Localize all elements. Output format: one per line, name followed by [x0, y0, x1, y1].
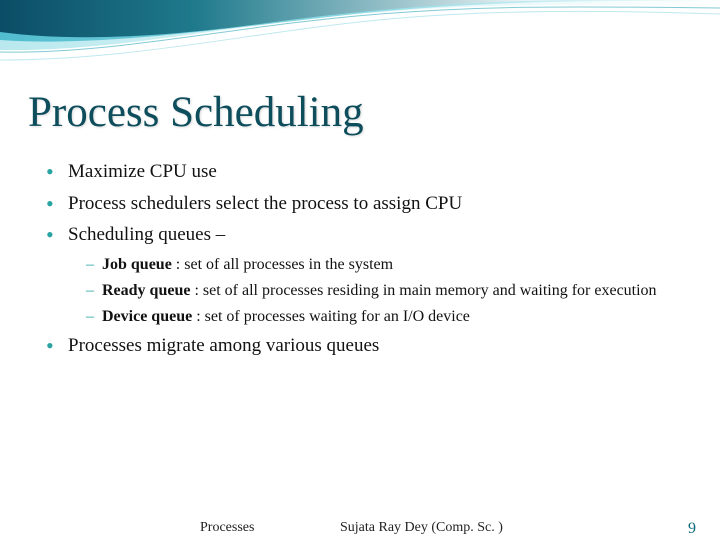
sub-desc: : set of all processes in the system: [172, 256, 393, 273]
sub-desc: : set of all processes residing in main …: [190, 282, 656, 299]
list-item: Ready queue : set of all processes resid…: [86, 279, 692, 303]
bullet-list: Maximize CPU use Process schedulers sele…: [28, 157, 692, 361]
sub-desc: : set of processes waiting for an I/O de…: [192, 308, 470, 325]
list-item: Processes migrate among various queues: [46, 331, 692, 360]
footer-author: Sujata Ray Dey (Comp. Sc. ): [340, 520, 503, 536]
bullet-text: Processes migrate among various queues: [68, 335, 379, 356]
sub-bullet-list: Job queue : set of all processes in the …: [68, 253, 692, 329]
list-item: Device queue : set of processes waiting …: [86, 305, 692, 329]
page-number: 9: [688, 520, 696, 538]
list-item: Maximize CPU use: [46, 157, 692, 186]
bullet-text: Maximize CPU use: [68, 161, 217, 182]
bullet-text: Scheduling queues –: [68, 224, 225, 245]
slide-content: Process Scheduling Maximize CPU use Proc…: [0, 0, 720, 361]
sub-term: Ready queue: [102, 282, 190, 299]
bullet-text: Process schedulers select the process to…: [68, 193, 462, 214]
sub-term: Job queue: [102, 256, 172, 273]
list-item: Job queue : set of all processes in the …: [86, 253, 692, 277]
list-item: Scheduling queues – Job queue : set of a…: [46, 220, 692, 329]
footer-topic: Processes: [200, 520, 254, 536]
list-item: Process schedulers select the process to…: [46, 189, 692, 218]
slide-title: Process Scheduling: [28, 90, 692, 135]
sub-term: Device queue: [102, 308, 192, 325]
